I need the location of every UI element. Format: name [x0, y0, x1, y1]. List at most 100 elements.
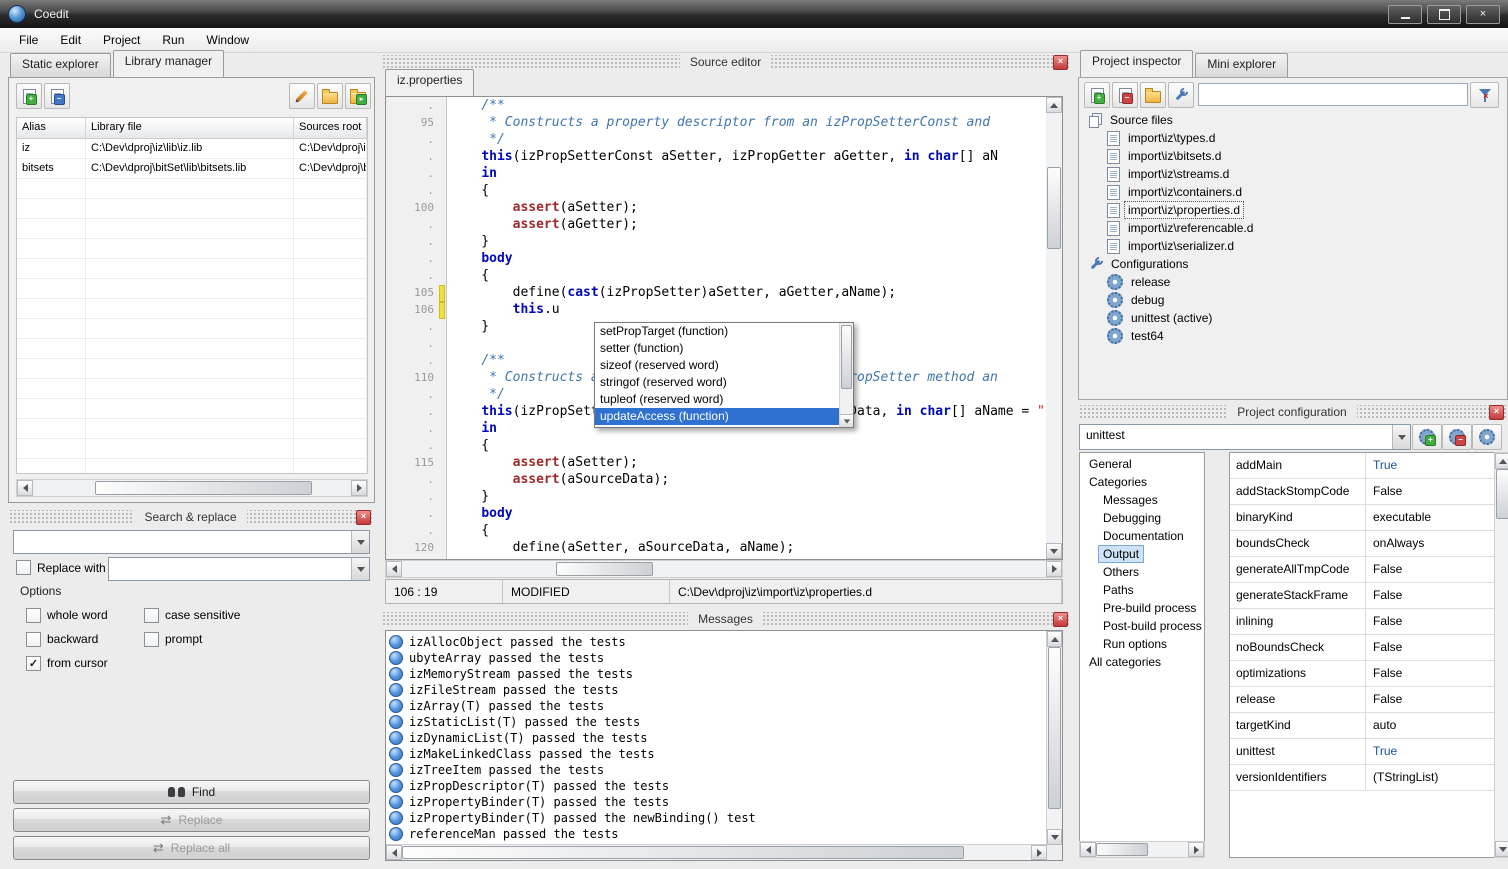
- property-value[interactable]: False: [1366, 609, 1494, 634]
- property-grid-vscrollbar[interactable]: [1494, 452, 1508, 858]
- clone-configuration-button[interactable]: [1472, 424, 1502, 450]
- category-documentation[interactable]: Documentation: [1080, 527, 1204, 545]
- scrollbar-thumb[interactable]: [841, 325, 852, 389]
- option-case-sensitive[interactable]: case sensitive: [144, 603, 262, 627]
- property-row[interactable]: generateStackFrameFalse: [1230, 583, 1494, 609]
- library-row[interactable]: izC:\Dev\dproj\iz\lib\iz.libC:\Dev\dproj…: [17, 139, 367, 159]
- dropdown-button[interactable]: [351, 531, 369, 553]
- tree-filter-button[interactable]: ×: [1470, 82, 1499, 108]
- open-library-file-button[interactable]: [317, 83, 343, 109]
- close-window-button[interactable]: ×: [1466, 5, 1500, 24]
- category-others[interactable]: Others: [1080, 563, 1204, 581]
- backward-checkbox[interactable]: [26, 632, 41, 647]
- tree-item-source[interactable]: import\iz\types.d: [1083, 129, 1503, 147]
- tree-item-source[interactable]: import\iz\streams.d: [1083, 165, 1503, 183]
- scrollbar-thumb[interactable]: [556, 562, 653, 576]
- tree-item-source[interactable]: import\iz\bitsets.d: [1083, 147, 1503, 165]
- maximize-button[interactable]: [1427, 5, 1461, 24]
- property-value[interactable]: executable: [1366, 505, 1494, 530]
- scroll-up-button[interactable]: [1047, 631, 1062, 647]
- category-paths[interactable]: Paths: [1080, 581, 1204, 599]
- edit-library-button[interactable]: [289, 83, 315, 109]
- scroll-up-button[interactable]: [1495, 453, 1508, 469]
- add-configuration-button[interactable]: [1412, 424, 1442, 450]
- close-configuration-panel-button[interactable]: ×: [1489, 405, 1504, 420]
- prompt-checkbox[interactable]: [144, 632, 159, 647]
- library-hscrollbar[interactable]: [16, 479, 368, 497]
- tree-item-source[interactable]: import\iz\properties.d: [1083, 201, 1503, 219]
- property-row[interactable]: addMainTrue: [1230, 453, 1494, 479]
- scrollbar-thumb[interactable]: [1047, 167, 1061, 249]
- add-folder-button[interactable]: [1140, 82, 1166, 108]
- category-general[interactable]: General: [1080, 455, 1204, 473]
- find-button[interactable]: Find: [13, 780, 370, 804]
- tab-iz-properties[interactable]: iz.properties: [385, 69, 474, 96]
- scroll-left-button[interactable]: [17, 480, 33, 496]
- scroll-right-button[interactable]: [1046, 561, 1062, 577]
- menu-file[interactable]: File: [8, 30, 49, 50]
- property-row[interactable]: inliningFalse: [1230, 609, 1494, 635]
- property-row[interactable]: optimizationsFalse: [1230, 661, 1494, 687]
- scroll-down-button[interactable]: [840, 414, 853, 427]
- category-output[interactable]: Output: [1080, 545, 1204, 563]
- categories-hscrollbar[interactable]: [1079, 841, 1205, 858]
- category-post-build-process[interactable]: Post-build process: [1080, 617, 1204, 635]
- completion-item[interactable]: sizeof (reserved word): [595, 357, 853, 374]
- scroll-down-button[interactable]: [1495, 841, 1508, 857]
- tree-root-configurations[interactable]: Configurations: [1083, 255, 1503, 273]
- completion-item[interactable]: stringof (reserved word): [595, 374, 853, 391]
- tree-item-configuration[interactable]: test64: [1083, 327, 1503, 345]
- replace-button[interactable]: ⇄ Replace: [13, 808, 370, 832]
- property-row[interactable]: addStackStompCodeFalse: [1230, 479, 1494, 505]
- completion-item[interactable]: updateAccess (function): [595, 408, 853, 425]
- scrollbar-thumb[interactable]: [402, 846, 964, 859]
- tree-item-configuration[interactable]: debug: [1083, 291, 1503, 309]
- property-row[interactable]: unittestTrue: [1230, 739, 1494, 765]
- message-item[interactable]: izMemoryStream passed the tests: [387, 666, 1045, 682]
- message-item[interactable]: ubyteArray passed the tests: [387, 650, 1045, 666]
- tree-item-source[interactable]: import\iz\serializer.d: [1083, 237, 1503, 255]
- property-value[interactable]: auto: [1366, 713, 1494, 738]
- category-debugging[interactable]: Debugging: [1080, 509, 1204, 527]
- search-term-combo[interactable]: [13, 530, 370, 554]
- message-item[interactable]: izDynamicList(T) passed the tests: [387, 730, 1045, 746]
- scroll-right-button[interactable]: [1031, 845, 1047, 860]
- menu-edit[interactable]: Edit: [49, 30, 92, 50]
- scroll-right-button[interactable]: [1188, 842, 1204, 857]
- property-value[interactable]: onAlways: [1366, 531, 1494, 556]
- replace-with-checkbox[interactable]: [16, 560, 31, 575]
- menu-run[interactable]: Run: [151, 30, 195, 50]
- scroll-down-button[interactable]: [1047, 829, 1062, 845]
- property-row[interactable]: targetKindauto: [1230, 713, 1494, 739]
- property-row[interactable]: binaryKindexecutable: [1230, 505, 1494, 531]
- tab-project-inspector[interactable]: Project inspector: [1080, 50, 1193, 77]
- remove-source-button[interactable]: [1112, 82, 1138, 108]
- completion-item[interactable]: setPropTarget (function): [595, 323, 853, 340]
- tab-library-manager[interactable]: Library manager: [113, 50, 224, 77]
- message-item[interactable]: izPropertyBinder(T) passed the tests: [387, 794, 1045, 810]
- add-library-button[interactable]: [16, 83, 42, 109]
- property-value[interactable]: False: [1366, 557, 1494, 582]
- library-row[interactable]: bitsetsC:\Dev\dproj\bitSet\lib\bitsets.l…: [17, 159, 367, 179]
- editor-vscrollbar[interactable]: [1046, 97, 1062, 559]
- message-item[interactable]: izAllocObject passed the tests: [387, 634, 1045, 650]
- property-value[interactable]: False: [1366, 687, 1494, 712]
- option-backward[interactable]: backward: [26, 627, 144, 651]
- category-run-options[interactable]: Run options: [1080, 635, 1204, 653]
- column-header-library-file[interactable]: Library file: [86, 118, 294, 138]
- property-value[interactable]: (TStringList): [1366, 765, 1494, 790]
- editor-hscrollbar[interactable]: [385, 560, 1063, 578]
- scrollbar-thumb[interactable]: [1048, 647, 1061, 809]
- tab-static-explorer[interactable]: Static explorer: [10, 53, 111, 77]
- tree-item-configuration[interactable]: unittest (active): [1083, 309, 1503, 327]
- message-item[interactable]: referenceMan passed the tests: [387, 826, 1045, 842]
- tree-item-source[interactable]: import\iz\referencable.d: [1083, 219, 1503, 237]
- scroll-left-button[interactable]: [386, 561, 402, 577]
- property-row[interactable]: boundsCheckonAlways: [1230, 531, 1494, 557]
- scroll-down-button[interactable]: [1046, 543, 1062, 559]
- category-pre-build-process[interactable]: Pre-build process: [1080, 599, 1204, 617]
- option-prompt[interactable]: prompt: [144, 627, 262, 651]
- property-row[interactable]: releaseFalse: [1230, 687, 1494, 713]
- category-all-categories[interactable]: All categories: [1080, 653, 1204, 671]
- replace-all-button[interactable]: ⇄ Replace all: [13, 836, 370, 860]
